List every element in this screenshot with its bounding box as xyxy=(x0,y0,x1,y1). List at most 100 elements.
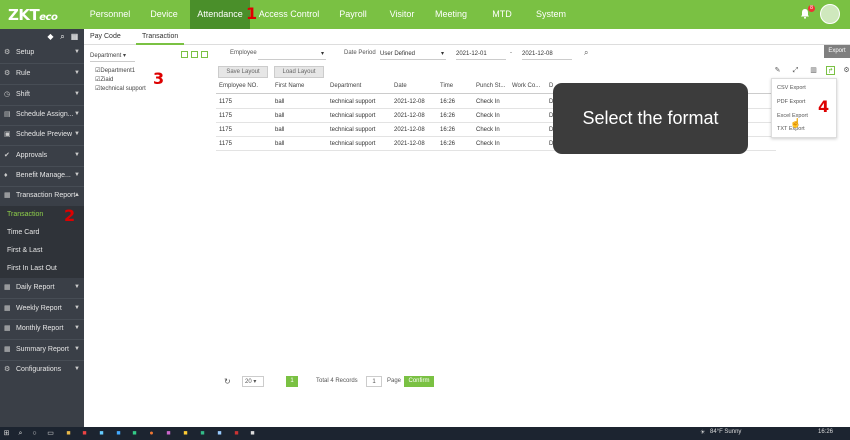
columns-icon[interactable]: ▥ xyxy=(809,66,818,75)
check-all-icon[interactable] xyxy=(181,51,188,58)
file-explorer-icon[interactable]: ■ xyxy=(64,429,73,438)
chevron-down-icon: ▼ xyxy=(74,152,80,158)
nav-tab-payroll[interactable]: Payroll xyxy=(328,0,378,29)
save-layout-button[interactable]: Save Layout xyxy=(218,66,268,78)
nav-tab-attendance[interactable]: Attendance xyxy=(190,0,250,29)
task-view-icon[interactable]: ▭ xyxy=(46,429,55,438)
expand-icon[interactable] xyxy=(191,51,198,58)
app-icon[interactable]: ■ xyxy=(97,429,106,438)
date-period-select[interactable]: User Defined ▾ xyxy=(380,48,446,60)
app-icon[interactable]: ■ xyxy=(248,429,257,438)
sidebar-item-setup[interactable]: ⚙ Setup ▼ xyxy=(0,43,84,63)
tab-pay-code[interactable]: Pay Code xyxy=(84,29,127,45)
nav-tab-mtd[interactable]: MTD xyxy=(480,0,524,29)
windows-taskbar: ⊞ ⌕ ○ ▭ ■ ■ ■ ■ ■ ● ■ ■ ■ ■ ■ ■ ☀ 84°F S… xyxy=(0,427,850,440)
menu-item-csv-export[interactable]: CSV Export xyxy=(777,85,806,91)
department-tree-header[interactable]: Department ▾ xyxy=(90,50,135,62)
org-chart-icon[interactable] xyxy=(201,51,208,58)
clock[interactable]: 16:26 xyxy=(818,429,833,435)
app-icon[interactable]: ■ xyxy=(181,429,190,438)
column-punch-state[interactable]: Punch St... xyxy=(476,83,505,89)
refresh-icon[interactable]: ↻ xyxy=(224,376,231,387)
column-employee-no[interactable]: Employee NO. xyxy=(219,83,258,89)
chevron-down-icon: ▼ xyxy=(74,131,80,137)
sidebar-item-schedule-preview[interactable]: ▣ Schedule Preview ▼ xyxy=(0,125,84,145)
column-first-name[interactable]: First Name xyxy=(275,83,304,89)
zkteco-logo: ZKTeco xyxy=(8,6,58,24)
export-button[interactable]: Export xyxy=(824,45,850,58)
end-date-input[interactable]: 2021-12-08 xyxy=(522,48,572,60)
sidebar-item-monthly-report[interactable]: ▦ Monthly Report ▼ xyxy=(0,319,84,339)
page-label: Page xyxy=(387,378,402,384)
column-department[interactable]: Department xyxy=(330,83,361,89)
tag-icon[interactable]: ◆ xyxy=(46,32,55,41)
step-marker-2: 2 xyxy=(64,206,76,225)
export-share-icon[interactable]: ↱ xyxy=(826,66,835,75)
search-icon[interactable]: ⌕ xyxy=(58,32,67,41)
column-date[interactable]: Date xyxy=(394,83,407,89)
page-size-select[interactable]: 20 ▾ xyxy=(242,376,264,387)
windows-start-icon[interactable]: ⊞ xyxy=(2,429,11,438)
sidebar-item-schedule-assign[interactable]: ▤ Schedule Assign... ▼ xyxy=(0,105,84,125)
settings-icon[interactable]: ⚙ xyxy=(842,66,850,75)
app-icon[interactable]: ■ xyxy=(80,429,89,438)
menu-grid-icon[interactable]: ▦ xyxy=(70,32,79,41)
tree-item-technical-support[interactable]: ☑technical support xyxy=(95,85,146,92)
shift-icon: ◷ xyxy=(4,91,11,98)
sidebar-subitem-first-in-last-out[interactable]: First In Last Out xyxy=(0,260,84,278)
gear-icon: ⚙ xyxy=(4,49,11,56)
nav-tab-visitor[interactable]: Visitor xyxy=(380,0,424,29)
gear-icon: ⚙ xyxy=(4,366,11,373)
app-icon[interactable]: ■ xyxy=(215,429,224,438)
sidebar-item-benefit-manage[interactable]: ♦ Benefit Manage... ▼ xyxy=(0,166,84,186)
browser-icon[interactable]: ● xyxy=(147,429,156,438)
nav-tab-personnel[interactable]: Personnel xyxy=(82,0,138,29)
sidebar-item-shift[interactable]: ◷ Shift ▼ xyxy=(0,85,84,105)
confirm-button[interactable]: Confirm xyxy=(404,376,434,387)
sidebar-subitem-first-last[interactable]: First & Last xyxy=(0,242,84,260)
app-icon[interactable]: ■ xyxy=(232,429,241,438)
nav-tab-system[interactable]: System xyxy=(526,0,576,29)
sidebar-item-transaction-report[interactable]: ▦ Transaction Report ▲ xyxy=(0,186,84,206)
edit-icon[interactable]: ✎ xyxy=(773,66,782,75)
sidebar-subitem-time-card[interactable]: Time Card xyxy=(0,224,84,242)
tab-transaction[interactable]: Transaction xyxy=(136,29,185,45)
sidebar-item-weekly-report[interactable]: ▦ Weekly Report ▼ xyxy=(0,299,84,319)
column-work-code[interactable]: Work Co... xyxy=(512,83,540,89)
page-button-current[interactable]: 1 xyxy=(286,376,298,387)
employee-input[interactable]: ▾ xyxy=(258,48,326,60)
sidebar-item-configurations[interactable]: ⚙ Configurations ▼ xyxy=(0,360,84,380)
notification-badge: 8 xyxy=(808,5,815,12)
chevron-down-icon: ▼ xyxy=(74,172,80,178)
sidebar-item-rule[interactable]: ⚙ Rule ▼ xyxy=(0,64,84,84)
cortana-icon[interactable]: ○ xyxy=(30,429,39,438)
menu-item-pdf-export[interactable]: PDF Export xyxy=(777,99,805,105)
weather-icon[interactable]: ☀ xyxy=(700,429,705,436)
tree-item-department1[interactable]: ☑Department1 xyxy=(95,67,135,74)
column-time[interactable]: Time xyxy=(440,83,453,89)
nav-tab-access-control[interactable]: Access Control xyxy=(256,0,322,29)
search-icon[interactable]: ⌕ xyxy=(584,48,588,58)
nav-tab-device[interactable]: Device xyxy=(138,0,190,29)
search-icon[interactable]: ⌕ xyxy=(16,429,25,438)
sidebar-item-daily-report[interactable]: ▦ Daily Report ▼ xyxy=(0,278,84,298)
chevron-down-icon: ▼ xyxy=(74,346,80,352)
fullscreen-icon[interactable]: ⤢ xyxy=(791,66,800,75)
sidebar-item-summary-report[interactable]: ▦ Summary Report ▼ xyxy=(0,340,84,360)
app-icon[interactable]: ■ xyxy=(164,429,173,438)
page-number-input[interactable]: 1 xyxy=(366,376,382,387)
load-layout-button[interactable]: Load Layout xyxy=(274,66,324,78)
sidebar: ◆ ⌕ ▦ ⚙ Setup ▼ ⚙ Rule ▼ ◷ Shift ▼ ▤ Schedule A… xyxy=(0,29,84,427)
app-icon[interactable]: ■ xyxy=(130,429,139,438)
sidebar-item-approvals[interactable]: ✔ Approvals ▼ xyxy=(0,146,84,166)
employee-label: Employee xyxy=(230,50,257,56)
chevron-down-icon: ▼ xyxy=(74,111,80,117)
app-icon[interactable]: ■ xyxy=(114,429,123,438)
start-date-input[interactable]: 2021-12-01 xyxy=(456,48,506,60)
avatar[interactable] xyxy=(820,4,840,24)
nav-tab-meeting[interactable]: Meeting xyxy=(426,0,476,29)
weather-text[interactable]: 84°F Sunny xyxy=(710,429,741,435)
app-icon[interactable]: ■ xyxy=(198,429,207,438)
tree-item-ziaid[interactable]: ☑Ziaid xyxy=(95,76,113,83)
chevron-down-icon: ▼ xyxy=(74,366,80,372)
